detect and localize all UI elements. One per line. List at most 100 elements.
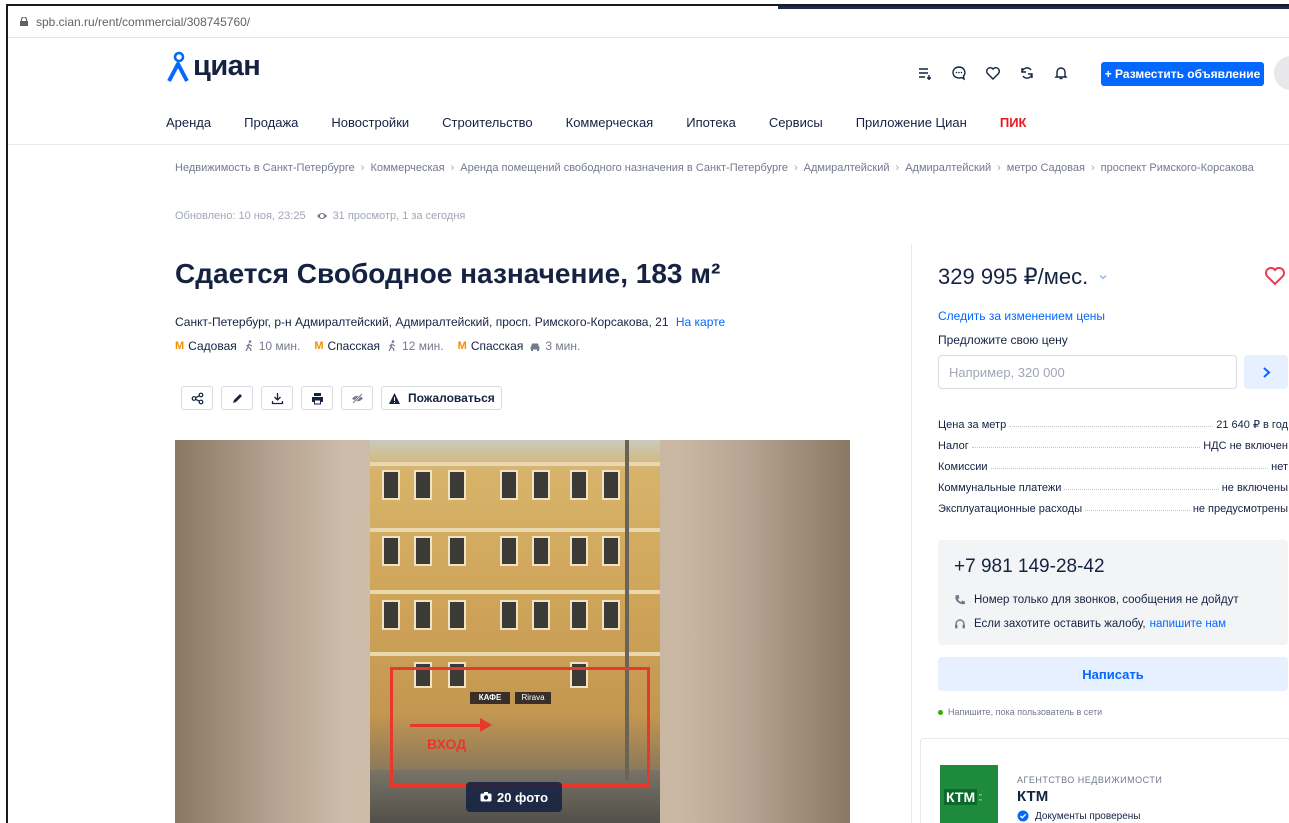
price: 329 995 ₽/мес. xyxy=(938,264,1108,290)
metro-icon: M xyxy=(175,340,185,352)
photo-gallery[interactable]: ВХОД КАФЕ Rirava 20 фото xyxy=(175,440,850,823)
nav-item-mortgage[interactable]: Ипотека xyxy=(686,115,736,130)
nav-divider xyxy=(8,144,1289,145)
breadcrumb-separator: › xyxy=(997,162,1001,174)
shop-sign: Rirava xyxy=(515,692,551,704)
chat-icon[interactable] xyxy=(950,64,967,81)
complain-button[interactable]: Пожаловаться xyxy=(381,386,502,410)
param-value: НДС не включен xyxy=(1203,440,1288,452)
breadcrumb: Недвижимость в Санкт-Петербурге › Коммерче… xyxy=(175,160,1280,177)
edit-note-button[interactable] xyxy=(221,386,253,410)
pencil-icon xyxy=(232,393,242,403)
metro-name[interactable]: Спасская xyxy=(471,339,524,353)
metro-time: 10 мин. xyxy=(258,339,301,353)
cian-logo[interactable]: циан xyxy=(166,50,261,83)
online-status: Напишите, пока пользователь в сети xyxy=(938,707,1102,717)
address-bar[interactable]: spb.cian.ru/rent/commercial/308745760/ xyxy=(8,6,1289,38)
hide-button[interactable] xyxy=(341,386,373,410)
favorites-icon[interactable] xyxy=(984,64,1001,81)
favorite-heart-icon[interactable] xyxy=(1264,266,1286,286)
nav-item-construction[interactable]: Строительство xyxy=(442,115,532,130)
notifications-icon[interactable] xyxy=(1052,64,1069,81)
follow-price-link[interactable]: Следить за изменением цены xyxy=(938,309,1105,323)
agency-card[interactable]: КТМ ▪▪ ▪▪ АГЕНТСТВО НЕДВИЖИМОСТИ КТМ Доку… xyxy=(920,738,1289,823)
chevron-right-icon xyxy=(1262,366,1270,378)
verified-badge-icon xyxy=(1017,810,1029,822)
listing-address: Санкт-Петербург, р-н Адмиралтейский, Адм… xyxy=(175,315,725,329)
print-button[interactable] xyxy=(301,386,333,410)
suggest-price-placeholder: Например, 320 000 xyxy=(949,364,1065,380)
cafe-sign: КАФЕ xyxy=(470,692,510,704)
compare-icon[interactable] xyxy=(916,64,933,81)
share-button[interactable] xyxy=(181,386,213,410)
phone-icon xyxy=(955,595,965,605)
metro-icon: M xyxy=(457,340,467,352)
share-icon xyxy=(191,392,203,404)
breadcrumb-separator: › xyxy=(793,162,798,174)
entrance-arrow xyxy=(410,724,485,727)
listing-meta: Обновлено: 10 ноя, 23:25 31 просмотр, 1 … xyxy=(175,210,465,222)
write-message-button[interactable]: Написать xyxy=(938,657,1288,691)
download-button[interactable] xyxy=(261,386,293,410)
breadcrumb-item[interactable]: Аренда помещений свободного назначения в… xyxy=(460,162,788,174)
price-value: 329 995 ₽/мес. xyxy=(938,264,1089,289)
param-row: Эксплуатационные расходы не предусмотрены xyxy=(938,494,1288,515)
online-dot-icon xyxy=(938,709,943,715)
page-title: Сдается Свободное назначение, 183 м² xyxy=(175,258,721,289)
eye-icon xyxy=(316,213,327,219)
breadcrumb-separator: › xyxy=(1090,162,1095,174)
photo-count-label: 20 фото xyxy=(496,789,549,805)
view-count: 31 просмотр, 1 за сегодня xyxy=(332,210,466,222)
agency-verified: Документы проверены xyxy=(1017,810,1140,822)
main-nav: Аренда Продажа Новостройки Строительство… xyxy=(166,115,1026,130)
breadcrumb-item[interactable]: проспект Римского-Корсакова xyxy=(1101,162,1254,174)
warning-icon xyxy=(389,392,400,404)
metro-icon: M xyxy=(314,340,324,352)
nav-item-rent[interactable]: Аренда xyxy=(166,115,211,130)
phone-number[interactable]: +7 981 149-28-42 xyxy=(954,556,1105,578)
chevron-down-icon[interactable] xyxy=(1098,272,1108,282)
breadcrumb-item[interactable]: Коммерческая xyxy=(370,162,444,174)
complain-label: Пожаловаться xyxy=(408,391,495,405)
nav-item-pik[interactable]: ПИК xyxy=(1000,115,1027,130)
agency-verified-text: Документы проверены xyxy=(1035,810,1141,822)
phone-note: Номер только для звонков, сообщения не д… xyxy=(954,594,1239,606)
nav-item-sale[interactable]: Продажа xyxy=(244,115,298,130)
agency-logo[interactable]: КТМ ▪▪ ▪▪ xyxy=(940,765,998,823)
metro-list: M Садовая 10 мин. M Спасская 12 мин. M С… xyxy=(175,339,594,353)
param-value: не включены xyxy=(1221,482,1288,494)
photo-count-button[interactable]: 20 фото xyxy=(466,782,562,812)
breadcrumb-separator: › xyxy=(895,162,900,174)
breadcrumb-item[interactable]: Адмиралтейский xyxy=(905,162,991,174)
url-text[interactable]: spb.cian.ru/rent/commercial/308745760/ xyxy=(36,15,250,29)
post-listing-button[interactable]: + Разместить объявление xyxy=(1101,62,1264,86)
breadcrumb-item[interactable]: Адмиралтейский xyxy=(804,162,890,174)
metro-name[interactable]: Садовая xyxy=(188,339,237,353)
agency-name[interactable]: КТМ xyxy=(1017,788,1048,805)
entrance-label: ВХОД xyxy=(427,736,467,752)
breadcrumb-item[interactable]: метро Садовая xyxy=(1007,162,1085,174)
metro-name[interactable]: Спасская xyxy=(328,339,381,353)
avatar[interactable] xyxy=(1274,56,1289,90)
param-row: Цена за метр 21 640 ₽ в год xyxy=(938,410,1288,431)
write-us-link[interactable]: напишите нам xyxy=(1150,618,1226,630)
refresh-icon[interactable] xyxy=(1018,64,1035,81)
updated-date: Обновлено: 10 ноя, 23:25 xyxy=(175,210,306,222)
breadcrumb-item[interactable]: Недвижимость в Санкт-Петербурге xyxy=(175,162,355,174)
metro-time: 3 мин. xyxy=(545,339,581,353)
window-edge xyxy=(778,6,1289,9)
param-row: Комиссии нет xyxy=(938,452,1288,473)
nav-item-newbuildings[interactable]: Новостройки xyxy=(331,115,409,130)
nav-item-app[interactable]: Приложение Циан xyxy=(856,115,967,130)
map-link[interactable]: На карте xyxy=(676,315,725,329)
phone-card: +7 981 149-28-42 Номер только для звонко… xyxy=(938,540,1288,645)
nav-item-services[interactable]: Сервисы xyxy=(769,115,823,130)
nav-item-commercial[interactable]: Коммерческая xyxy=(566,115,654,130)
suggest-price-input[interactable]: Например, 320 000 xyxy=(938,355,1237,389)
browser-window: spb.cian.ru/rent/commercial/308745760/ ц… xyxy=(6,4,1289,823)
printer-icon xyxy=(311,392,323,404)
download-icon xyxy=(271,392,283,404)
lock-icon xyxy=(20,17,28,26)
suggest-price-submit-button[interactable] xyxy=(1244,355,1288,389)
suggest-price-label: Предложите свою цену xyxy=(938,333,1068,347)
